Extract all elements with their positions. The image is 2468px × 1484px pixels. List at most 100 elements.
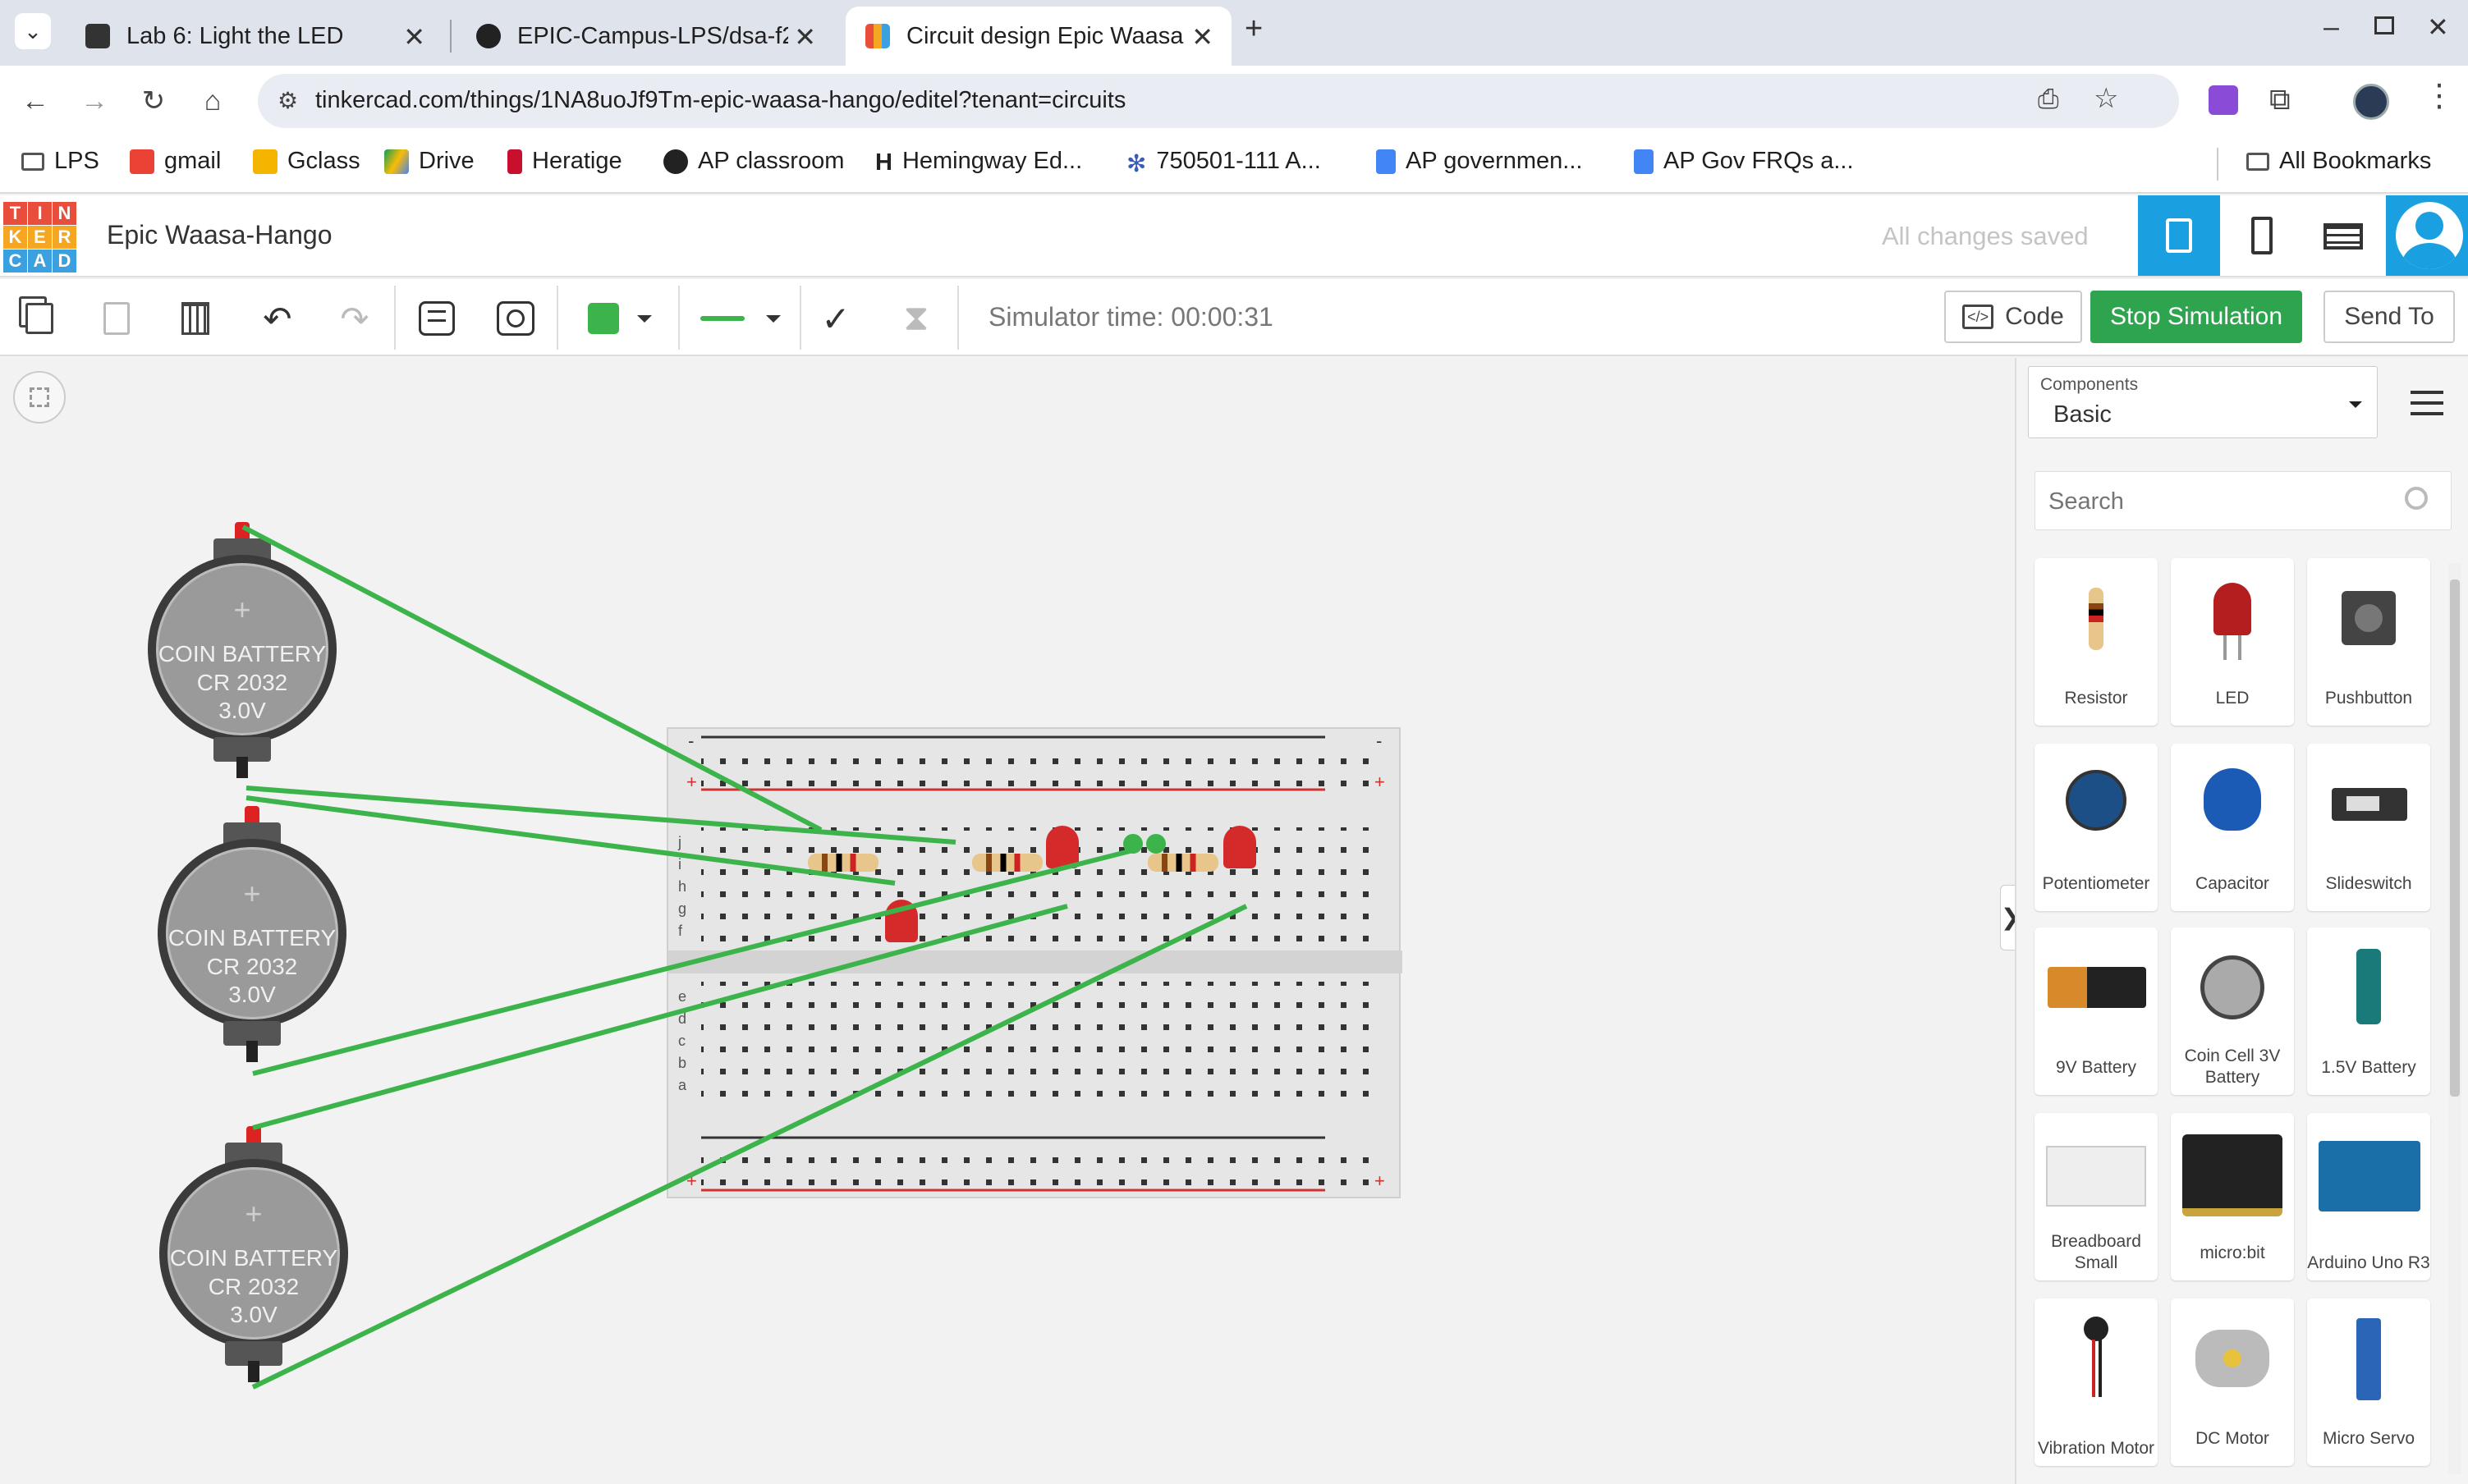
browser-menu-icon[interactable]: ⋮ [2424,77,2455,114]
coin-battery[interactable]: + COIN BATTERY CR 2032 3.0V [159,1126,348,1389]
bookmark-gmail[interactable]: gmail [130,148,221,175]
resistor[interactable] [808,854,878,872]
battery-label: COIN BATTERY [167,925,337,950]
bookmark-750501[interactable]: ✻ 750501-111 A... [1126,148,1321,177]
component-vibration-motor[interactable]: Vibration Motor [2034,1298,2158,1466]
url-input[interactable]: ⚙ tinkercad.com/things/1NA8uoJf9Tm-epic-… [258,74,2179,128]
home-icon[interactable]: ⌂ [194,82,232,120]
wire-endpoint[interactable] [1146,834,1166,854]
bookmark-star-icon[interactable]: ☆ [2094,82,2118,115]
resistor[interactable] [1148,854,1218,872]
led-red[interactable] [1223,826,1256,868]
profile-avatar-icon[interactable] [2353,84,2389,120]
bookmark-heratige[interactable]: Heratige [507,148,622,175]
flip-icon[interactable]: ⧗ [895,297,938,340]
tab-lab6[interactable]: Lab 6: Light the LED ✕ [66,7,443,66]
component-pushbutton[interactable]: Pushbutton [2307,558,2430,726]
chevron-down-icon [766,315,781,330]
scrollbar-thumb[interactable] [2450,579,2460,1097]
component-coin-cell[interactable]: Coin Cell 3V Battery [2171,928,2294,1095]
auto-route-icon[interactable]: ✓ [814,297,857,340]
tab-tinkercad[interactable]: Circuit design Epic Waasa ✕ [846,7,1232,66]
component-capacitor[interactable]: Capacitor [2171,744,2294,911]
component-dc-motor[interactable]: DC Motor [2171,1298,2294,1466]
search-icon[interactable] [2405,487,2428,510]
panel-scrollbar[interactable] [2448,563,2461,1474]
reload-icon[interactable]: ↻ [135,82,172,120]
component-label: Breadboard Small [2051,1232,2141,1272]
code-icon: </> [1962,305,1994,329]
undo-icon[interactable]: ↶ [256,297,299,340]
paste-icon[interactable] [95,297,138,340]
components-panel: Components Basic Resistor LED Pushbutton… [2015,358,2468,1484]
tab-github[interactable]: EPIC-Campus-LPS/dsa-f2 ✕ [456,7,834,66]
new-tab-button[interactable]: + [1245,11,1263,47]
component-resistor[interactable]: Resistor [2034,558,2158,726]
tab-search-button[interactable]: ⌄ [15,13,51,49]
visibility-icon[interactable] [494,297,537,340]
back-icon[interactable]: ← [16,82,54,120]
stop-simulation-button[interactable]: Stop Simulation [2090,291,2302,343]
led-red[interactable] [885,900,918,942]
component-list-view-button[interactable] [2304,195,2386,276]
component-breadboard[interactable]: Breadboard Small [2034,1113,2158,1280]
bookmark-gclass[interactable]: Gclass [253,148,360,175]
resistor[interactable] [972,854,1043,872]
circuit-canvas[interactable]: + COIN BATTERY CR 2032 3.0V + COIN BATTE… [0,358,2020,1484]
extension-icon[interactable] [2209,85,2238,115]
tinkercad-logo[interactable]: T I N K E R C A D [0,200,76,273]
schematic-view-button[interactable] [2222,195,2304,276]
minimize-icon[interactable]: – [2323,11,2339,44]
component-potentiometer[interactable]: Potentiometer [2034,744,2158,911]
design-title[interactable]: Epic Waasa-Hango [107,220,333,250]
battery-label: COIN BATTERY [158,641,327,666]
notes-icon[interactable] [415,297,458,340]
close-icon[interactable]: ✕ [794,21,816,53]
breadboard[interactable]: + + - - + + j i h g f e d c b a [667,727,1402,1198]
component-led[interactable]: LED [2171,558,2294,726]
install-icon[interactable]: ⎙ [2038,84,2059,115]
component-1-5v-battery[interactable]: 1.5V Battery [2307,928,2430,1095]
window-close-icon[interactable]: ✕ [2427,11,2449,43]
color-picker[interactable] [575,297,665,340]
component-slideswitch[interactable]: Slideswitch [2307,744,2430,911]
bookmark-lps[interactable]: LPS [21,148,99,175]
bookmark-ap-classroom[interactable]: AP classroom [663,148,844,175]
code-button[interactable]: </> Code [1944,291,2082,343]
components-dropdown[interactable]: Components Basic [2028,366,2378,438]
docs-icon [1376,149,1396,174]
schematic-icon [2251,217,2273,254]
redo-icon[interactable]: ↷ [333,297,376,340]
coin-battery[interactable]: + COIN BATTERY CR 2032 3.0V [148,522,337,785]
wire-endpoint[interactable] [1123,834,1143,854]
asterisk-icon: ✻ [1126,150,1147,177]
bookmark-drive[interactable]: Drive [384,148,475,175]
close-icon[interactable]: ✕ [403,21,425,53]
led-red[interactable] [1046,826,1079,868]
list-view-icon[interactable] [2411,391,2443,415]
user-avatar[interactable] [2386,195,2468,276]
extensions-puzzle-icon[interactable]: ⧉ [2269,82,2291,117]
tinkercad-header: T I N K E R C A D Epic Waasa-Hango All c… [0,195,2468,277]
component-9v-battery[interactable]: 9V Battery [2034,928,2158,1095]
bookmark-ap-gov[interactable]: AP governmen... [1376,148,1582,175]
send-to-button[interactable]: Send To [2323,291,2455,343]
coin-battery[interactable]: + COIN BATTERY CR 2032 3.0V [158,806,346,1069]
bookmark-ap-gov-frqs[interactable]: AP Gov FRQs a... [1634,148,1854,175]
bookmark-hemingway[interactable]: H Hemingway Ed... [875,148,1082,176]
component-arduino[interactable]: Arduino Uno R3 [2307,1113,2430,1280]
site-info-icon[interactable]: ⚙ [278,87,298,114]
circuit-view-button[interactable] [2138,195,2220,276]
wire-type-picker[interactable] [691,297,790,340]
component-microbit[interactable]: micro:bit [2171,1113,2294,1280]
component-micro-servo[interactable]: Micro Servo [2307,1298,2430,1466]
delete-icon[interactable] [174,297,217,340]
fit-view-button[interactable] [13,371,66,424]
search-input[interactable] [2048,487,2377,516]
component-search-field[interactable] [2034,471,2452,530]
restore-icon[interactable] [2374,16,2394,34]
copy-icon[interactable] [18,297,61,340]
close-icon[interactable]: ✕ [1191,21,1213,53]
all-bookmarks[interactable]: All Bookmarks [2246,148,2431,175]
forward-icon[interactable]: → [76,82,113,120]
